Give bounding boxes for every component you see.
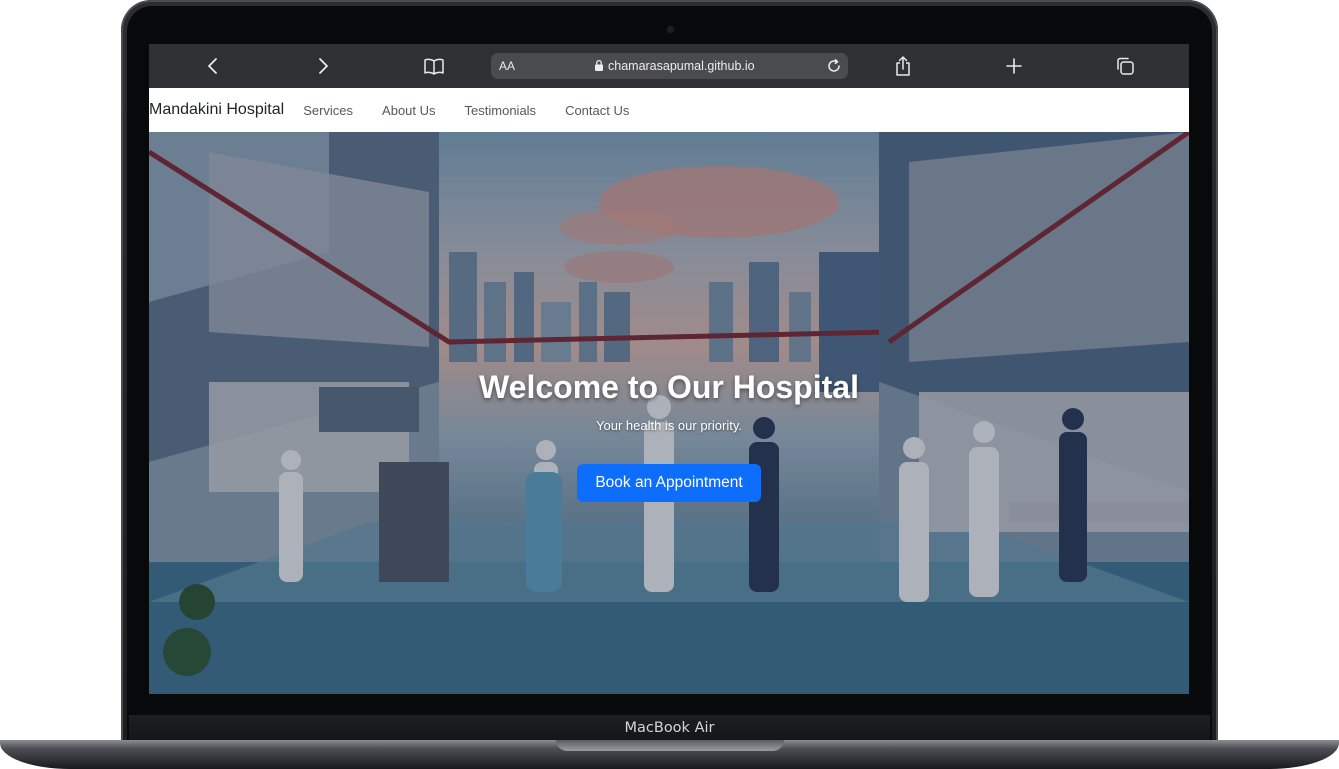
back-button[interactable] [201,54,225,78]
chevron-left-icon [208,58,217,74]
nav-link-services[interactable]: Services [303,103,353,118]
browser-toolbar: AA chamarasapumal.github.io [149,44,1189,88]
laptop-notch [556,740,784,751]
url-text: chamarasapumal.github.io [608,59,755,73]
tabs-overview-button[interactable] [1113,54,1137,78]
lock-icon [595,59,603,71]
reader-aa-button[interactable]: AA [499,59,515,73]
nav-link-about-us[interactable]: About Us [382,103,435,118]
plus-icon [1006,58,1022,74]
hero-title: Welcome to Our Hospital [479,369,859,405]
hero-subtitle: Your health is our priority. [596,418,742,433]
nav-link-contact-us[interactable]: Contact Us [565,103,629,118]
browser-screen: AA chamarasapumal.github.io Mandakini Ho… [149,44,1189,694]
tabs-icon [1117,57,1134,75]
chevron-right-icon [319,58,328,74]
hero-section: Welcome to Our Hospital Your health is o… [149,132,1189,694]
share-icon [896,56,910,76]
nav-link-testimonials[interactable]: Testimonials [465,103,537,118]
new-tab-button[interactable] [1002,54,1026,78]
book-appointment-button[interactable]: Book an Appointment [577,464,761,502]
site-navbar: Mandakini Hospital Services About Us Tes… [149,88,1189,132]
reload-icon[interactable] [826,58,842,74]
hero-overlay [149,132,1189,694]
address-bar[interactable]: AA chamarasapumal.github.io [491,53,848,79]
forward-button[interactable] [311,54,335,78]
laptop-chin: MacBook Air [129,715,1210,741]
book-icon [424,58,444,75]
camera-icon [667,26,674,33]
share-button[interactable] [891,54,915,78]
device-label: MacBook Air [624,720,715,736]
site-brand[interactable]: Mandakini Hospital [149,101,284,119]
bookmarks-button[interactable] [422,54,446,78]
